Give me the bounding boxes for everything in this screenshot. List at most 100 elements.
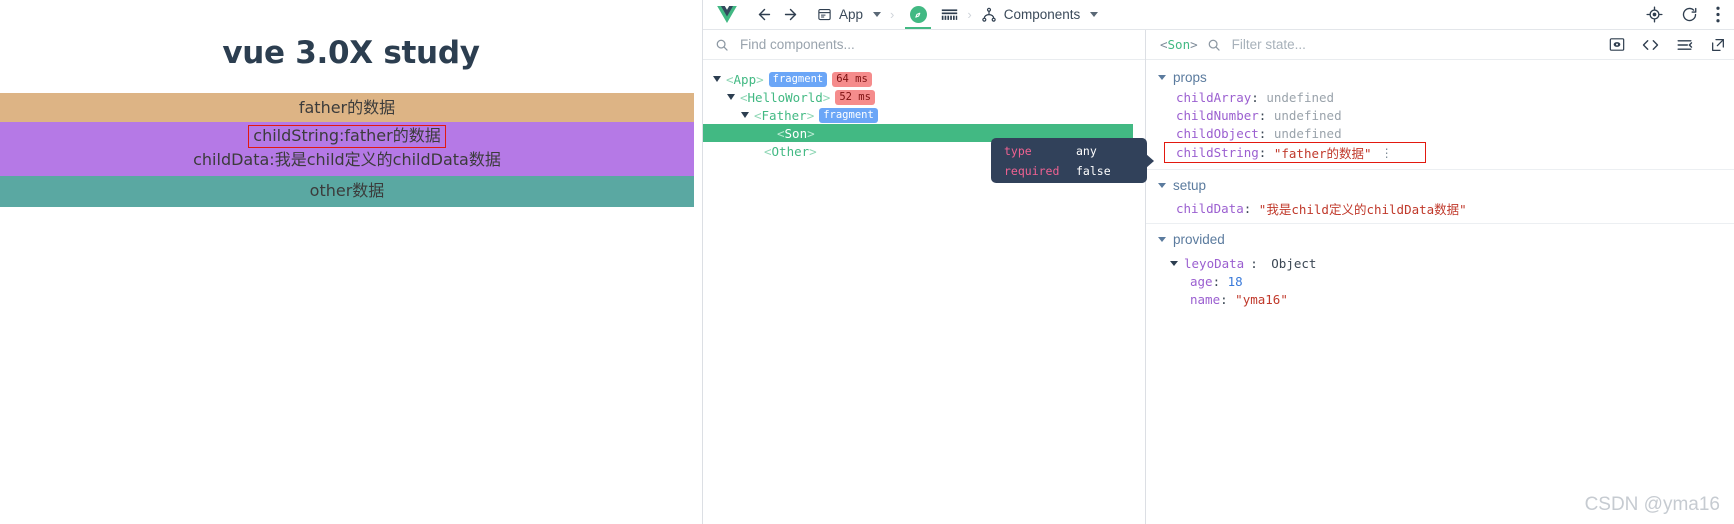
selected-component-label: <Son> [1160,37,1198,52]
prop-childObject[interactable]: childObject: undefined [1146,124,1734,142]
more-vertical-icon[interactable]: ⋮ [1381,146,1393,160]
component-tree-icon [981,7,997,23]
band-father-text: father的数据 [298,98,396,117]
prop-value: undefined [1266,89,1335,105]
expand-triangle-icon[interactable] [1158,237,1166,242]
tree-node-app[interactable]: <App> fragment 64 ms [703,70,1145,88]
provided-key: age [1190,273,1213,289]
app-preview-panel: vue 3.0X study father的数据 childString:fat… [0,0,702,524]
arrow-right-icon[interactable] [777,4,803,26]
prop-childArray[interactable]: childArray: undefined [1146,88,1734,106]
prop-key: childNumber [1176,107,1259,123]
component-tree-pane: <App> fragment 64 ms <HelloWorld> 52 ms … [703,30,1146,524]
badge-fragment: fragment [819,107,878,123]
provided-value: Object [1271,255,1317,271]
tooltip-key: required [1004,163,1060,178]
badge-render-time: 64 ms [832,71,872,87]
band-other: other数据 [0,176,694,207]
provided-value: 18 [1227,273,1243,289]
expand-triangle-icon[interactable] [1158,75,1166,80]
window-icon [817,7,832,22]
group-provided-label: provided [1173,232,1225,247]
group-setup[interactable]: setup [1146,175,1734,196]
collapse-icon[interactable] [1676,38,1693,52]
prop-childString[interactable]: childString: "father的数据" ⋮ [1164,142,1426,163]
app-selector-label: App [839,7,864,22]
search-input[interactable] [738,36,1125,53]
band-father: father的数据 [0,93,694,122]
tooltip-value: any [1076,143,1097,158]
chevron-down-icon [1090,12,1099,17]
arrow-left-icon[interactable] [751,4,777,26]
more-vertical-icon[interactable] [1716,6,1720,23]
filter-state-input[interactable] [1229,36,1600,53]
toolbar-separator-1: › [890,7,895,22]
screenshot-icon[interactable] [1609,37,1625,52]
find-components-bar[interactable] [703,30,1145,60]
component-tree: <App> fragment 64 ms <HelloWorld> 52 ms … [703,60,1145,524]
expand-triangle-icon[interactable] [713,76,721,82]
prop-childNumber[interactable]: childNumber: undefined [1146,106,1734,124]
state-inspector-pane: <Son> Filter state... props childArray:… [1146,30,1734,524]
provided-key: name [1190,291,1221,307]
tree-node-son-label: <Son> [777,125,815,141]
prop-value: "father的数据" [1273,146,1372,161]
prop-key: childString [1176,145,1259,160]
expand-triangle-icon[interactable] [1170,260,1178,266]
provided-leyoData-name[interactable]: name: "yma16" [1146,290,1734,308]
group-props[interactable]: props [1146,67,1734,88]
badge-render-time: 52 ms [835,89,875,105]
divider [1146,169,1734,170]
vue-devtools-panel: App › › Components Find components... <A… [702,0,1734,524]
code-icon[interactable] [1642,38,1659,52]
group-provided[interactable]: provided [1146,229,1734,250]
provided-leyoData[interactable]: leyoData: Object [1146,254,1734,272]
open-external-icon[interactable] [1710,37,1726,53]
group-props-label: props [1173,70,1207,85]
tree-node-app-label: <App> [726,71,764,87]
components-selector-label: Components [1003,7,1081,22]
vue-logo-icon [717,5,737,24]
badge-fragment: fragment [768,71,828,87]
tree-node-helloworld[interactable]: <HelloWorld> 52 ms [703,88,1145,106]
tree-node-other-label: <Other> [764,143,817,159]
state-inspector-body: props childArray: undefined childNumber:… [1146,60,1734,524]
divider [1146,223,1734,224]
expand-triangle-icon[interactable] [727,94,735,100]
tree-node-helloworld-label: <HelloWorld> [740,89,831,105]
expand-triangle-icon[interactable] [1158,183,1166,188]
prop-type-tooltip: type any required false [991,138,1154,183]
provided-leyoData-age[interactable]: age: 18 [1146,272,1734,290]
toolbar-actions [1646,6,1724,23]
compass-icon [909,6,927,23]
expand-triangle-icon[interactable] [741,112,749,118]
screenshot-root: vue 3.0X study father的数据 childString:fat… [0,0,1734,524]
refresh-icon[interactable] [1681,6,1698,23]
tab-components-compass[interactable] [903,0,933,29]
state-inspector-actions [1609,37,1726,53]
tooltip-row-type: type any [1004,141,1134,161]
devtools-body: <App> fragment 64 ms <HelloWorld> 52 ms … [703,30,1734,524]
target-icon[interactable] [1646,6,1663,23]
timeline-icon[interactable] [941,8,958,22]
setup-childData[interactable]: childData: "我是child定义的childData数据" [1146,199,1734,217]
highlighted-child-string: childString:father的数据 [248,125,446,148]
search-icon [1207,38,1221,52]
prop-key: childArray [1176,89,1252,105]
tooltip-key: type [1004,143,1032,158]
state-inspector-header: <Son> [1146,30,1734,60]
prop-key: childObject [1176,125,1259,141]
provided-value: "yma16" [1235,291,1288,307]
tree-node-father[interactable]: <Father> fragment [703,106,1145,124]
prop-value: undefined [1273,125,1342,141]
band-child-group: childString:father的数据 childData:我是child定… [0,122,694,176]
tooltip-value: false [1076,163,1111,178]
tooltip-row-required: required false [1004,161,1134,181]
components-selector[interactable]: Components [981,7,1099,23]
group-setup-label: setup [1173,178,1207,193]
app-selector[interactable]: App [817,7,882,22]
band-child-data-row: childData:我是child定义的childData数据 [193,150,501,169]
band-child-string-row: childString:father的数据 [0,124,694,148]
band-other-text: other数据 [309,181,385,200]
provided-key: leyoData [1184,255,1245,271]
